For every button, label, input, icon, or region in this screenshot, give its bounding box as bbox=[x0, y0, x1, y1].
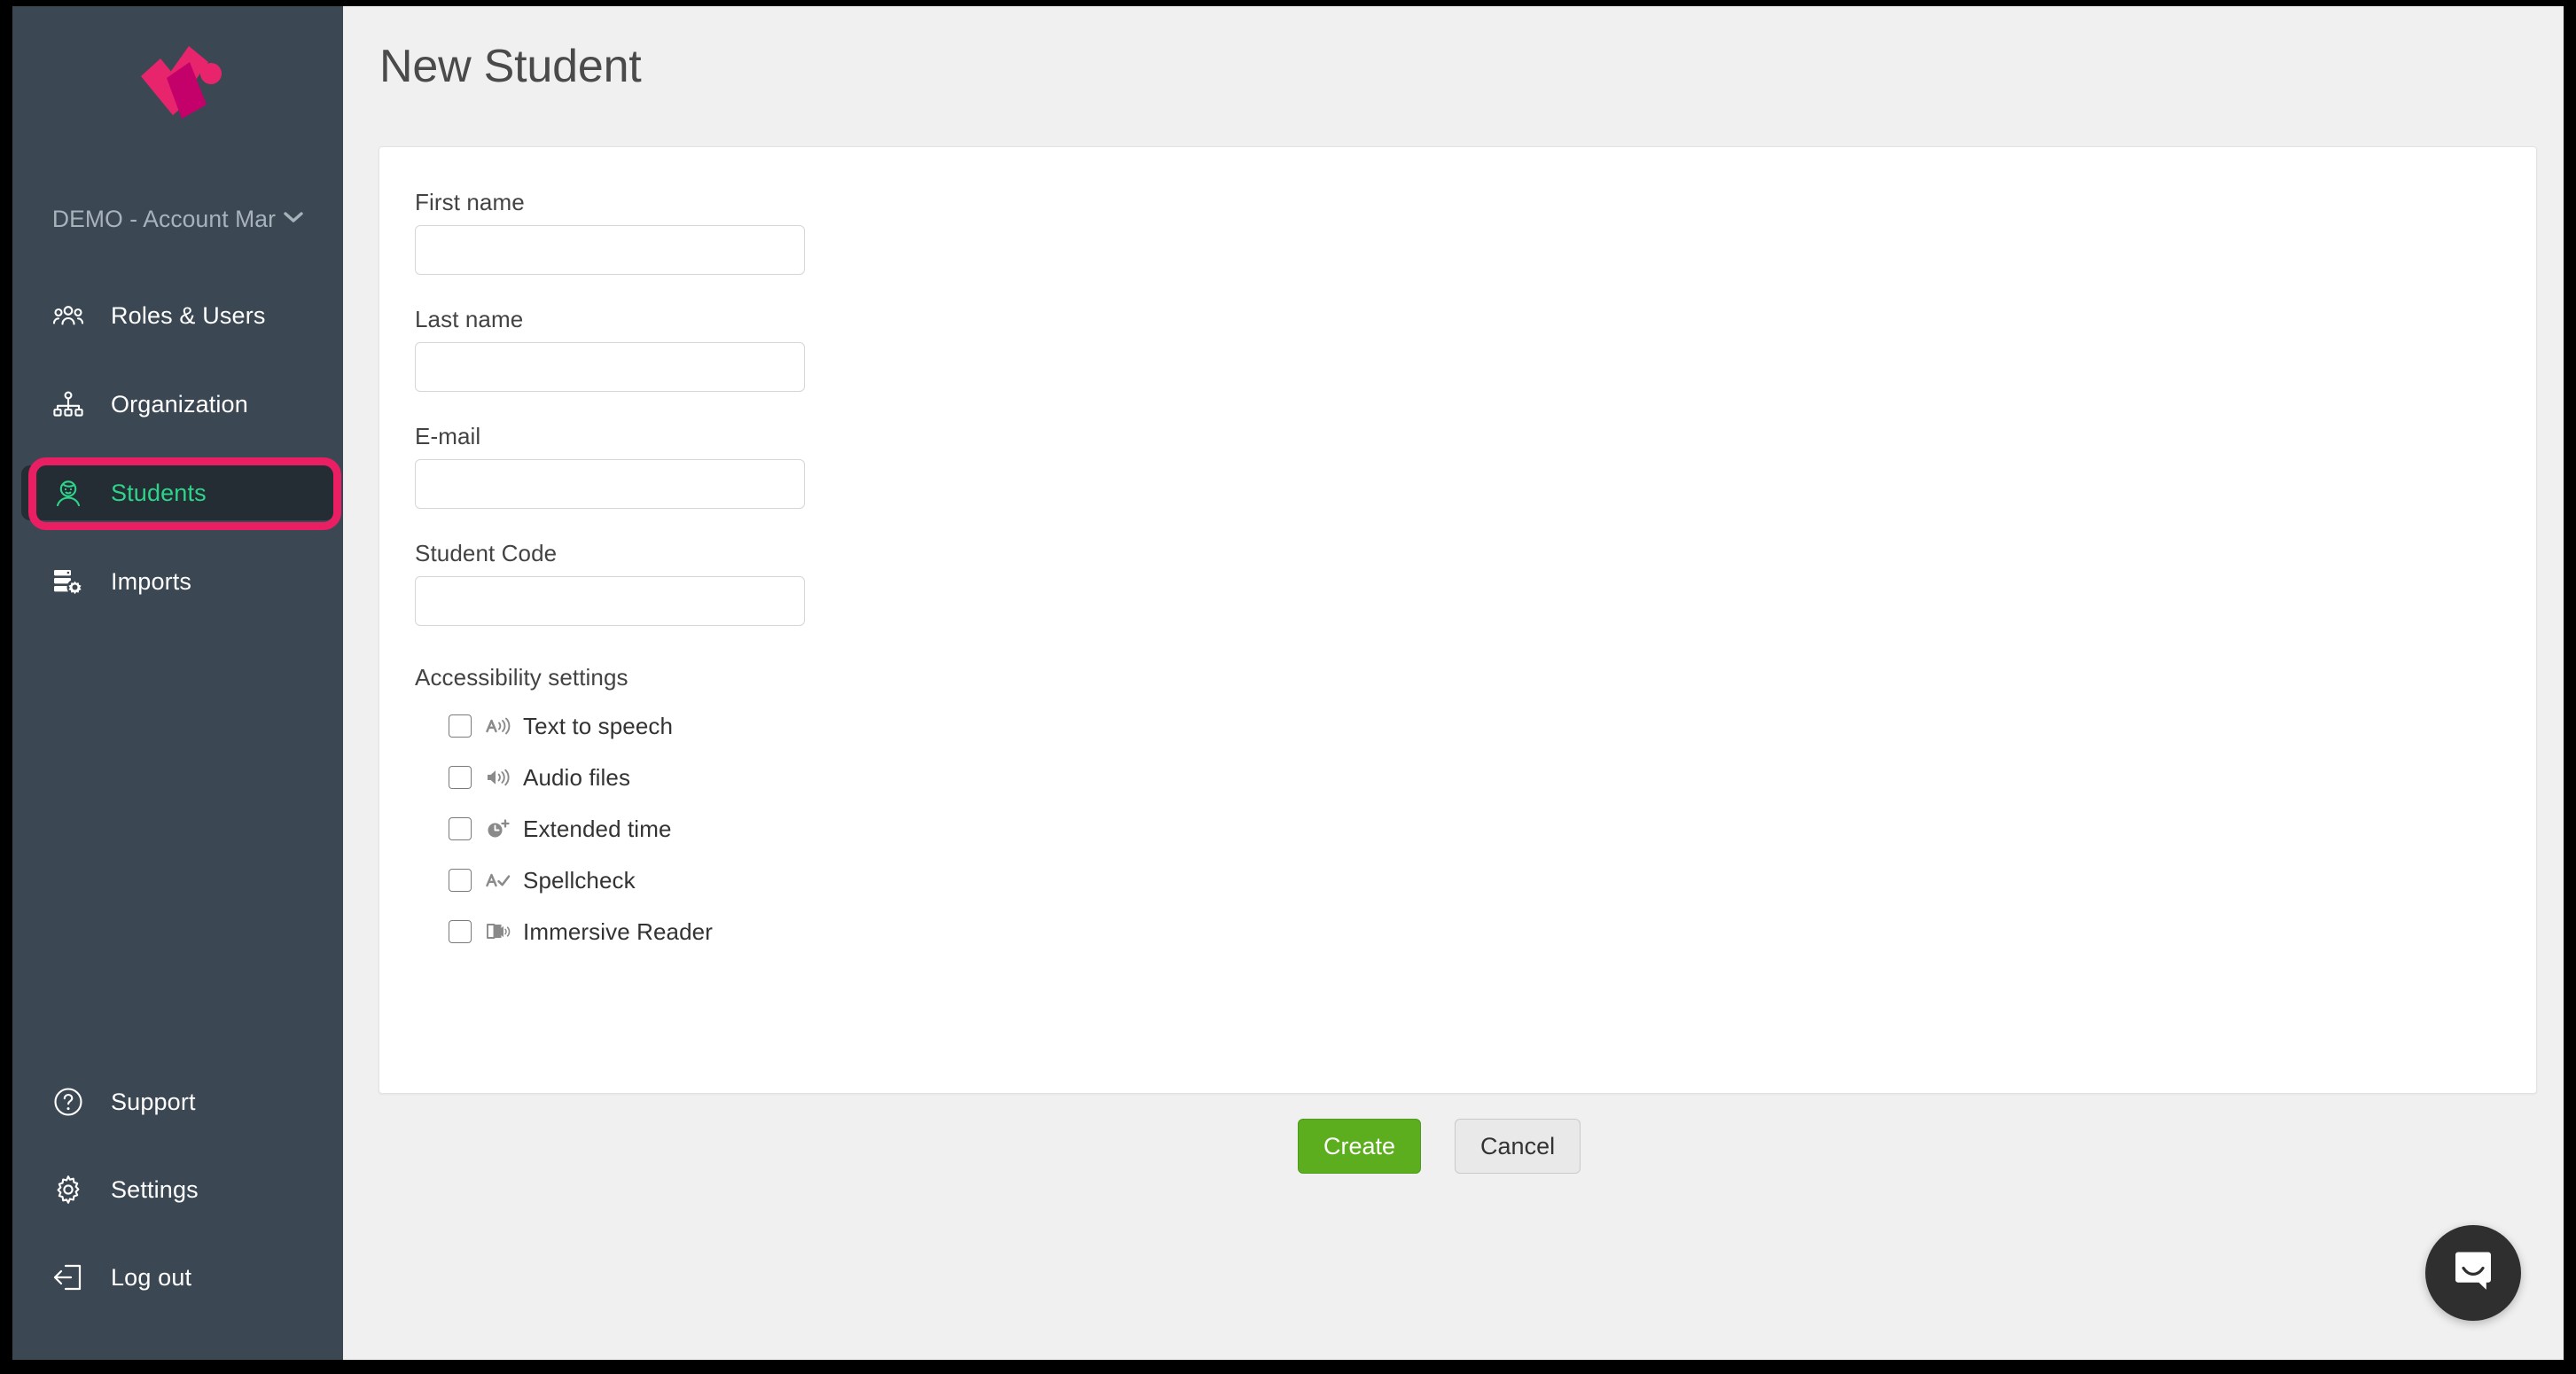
logout-arrow-icon bbox=[50, 1259, 87, 1296]
last-name-label: Last name bbox=[415, 306, 524, 332]
org-chart-icon bbox=[50, 386, 87, 423]
email-field-group: E-mail bbox=[415, 423, 805, 509]
create-button[interactable]: Create bbox=[1298, 1119, 1422, 1174]
chat-bubble-icon bbox=[2448, 1246, 2498, 1300]
app-logo[interactable] bbox=[12, 36, 343, 134]
sidebar-item-label: Log out bbox=[111, 1263, 192, 1291]
sidebar-item-label: Support bbox=[111, 1088, 196, 1115]
spellcheck-icon bbox=[484, 871, 514, 889]
sidebar-item-students[interactable]: Students bbox=[21, 465, 334, 520]
student-code-input[interactable] bbox=[415, 576, 805, 626]
email-input[interactable] bbox=[415, 459, 805, 509]
immersive-reader-icon bbox=[484, 922, 514, 941]
sidebar-item-support[interactable]: Support bbox=[21, 1074, 334, 1129]
last-name-field-group: Last name bbox=[415, 306, 805, 392]
gear-icon bbox=[50, 1171, 87, 1208]
new-student-form-card: First name Last name E-mail Student Code… bbox=[379, 146, 2537, 1174]
student-code-label: Student Code bbox=[415, 540, 558, 566]
chevron-down-icon bbox=[284, 211, 303, 228]
sidebar-item-label: Students bbox=[111, 479, 207, 506]
accessibility-option-label: Extended time bbox=[523, 815, 672, 842]
accessibility-option-label: Text to speech bbox=[523, 712, 674, 739]
accessibility-settings-label: Accessibility settings bbox=[415, 664, 628, 691]
accessibility-option-audio-files[interactable]: Audio files bbox=[415, 761, 713, 794]
text-to-speech-icon bbox=[484, 717, 514, 735]
student-face-icon bbox=[50, 474, 87, 511]
sidebar-item-label: Imports bbox=[111, 567, 192, 595]
form-actions: Create Cancel bbox=[1298, 1119, 1581, 1174]
student-code-field-group: Student Code bbox=[415, 540, 805, 626]
question-circle-icon bbox=[50, 1083, 87, 1120]
accessibility-option-text-to-speech[interactable]: Text to speech bbox=[415, 709, 713, 743]
accessibility-option-spellcheck[interactable]: Spellcheck bbox=[415, 863, 713, 897]
email-label: E-mail bbox=[415, 423, 481, 449]
chat-launcher-button[interactable] bbox=[2425, 1225, 2521, 1321]
accessibility-option-extended-time[interactable]: Extended time bbox=[415, 812, 713, 846]
sidebar-item-label: Organization bbox=[111, 390, 248, 418]
accessibility-option-label: Audio files bbox=[523, 763, 631, 791]
extended-time-checkbox[interactable] bbox=[449, 817, 472, 840]
sidebar-item-imports[interactable]: Imports bbox=[21, 554, 334, 609]
spellcheck-checkbox[interactable] bbox=[449, 869, 472, 892]
sidebar-secondary-nav: Support Settings Log out bbox=[12, 1074, 343, 1338]
accessibility-settings-group: Accessibility settings Text to speech Au… bbox=[415, 664, 713, 966]
accessibility-option-immersive-reader[interactable]: Immersive Reader bbox=[415, 915, 713, 949]
speaker-icon bbox=[484, 769, 514, 786]
page-title: New Student bbox=[379, 41, 642, 92]
account-switcher-label: DEMO - Account Mar bbox=[51, 205, 277, 232]
browser-viewport: DEMO - Account Mar Roles & Users Organiz… bbox=[12, 6, 2564, 1360]
sidebar-item-label: Roles & Users bbox=[111, 301, 266, 329]
cancel-button[interactable]: Cancel bbox=[1455, 1119, 1581, 1174]
users-group-icon bbox=[50, 297, 87, 334]
sidebar: DEMO - Account Mar Roles & Users Organiz… bbox=[12, 6, 343, 1360]
server-gear-icon bbox=[50, 563, 87, 600]
sidebar-item-settings[interactable]: Settings bbox=[21, 1162, 334, 1217]
audio-files-checkbox[interactable] bbox=[449, 766, 472, 789]
sidebar-primary-nav: Roles & Users Organization Students Impo… bbox=[12, 288, 343, 643]
first-name-label: First name bbox=[415, 189, 525, 215]
sidebar-item-label: Settings bbox=[111, 1175, 199, 1203]
immersive-reader-checkbox[interactable] bbox=[449, 920, 472, 943]
text-to-speech-checkbox[interactable] bbox=[449, 714, 472, 738]
sidebar-item-organization[interactable]: Organization bbox=[21, 377, 334, 432]
accessibility-option-label: Immersive Reader bbox=[523, 917, 713, 945]
account-switcher[interactable]: DEMO - Account Mar bbox=[12, 201, 343, 237]
last-name-input[interactable] bbox=[415, 342, 805, 392]
first-name-field-group: First name bbox=[415, 189, 805, 275]
clock-plus-icon bbox=[484, 819, 514, 839]
sidebar-item-roles-users[interactable]: Roles & Users bbox=[21, 288, 334, 343]
accessibility-option-label: Spellcheck bbox=[523, 866, 636, 894]
first-name-input[interactable] bbox=[415, 225, 805, 275]
main-content: New Student First name Last name E-mail … bbox=[343, 6, 2564, 1360]
sidebar-item-log-out[interactable]: Log out bbox=[21, 1250, 334, 1305]
